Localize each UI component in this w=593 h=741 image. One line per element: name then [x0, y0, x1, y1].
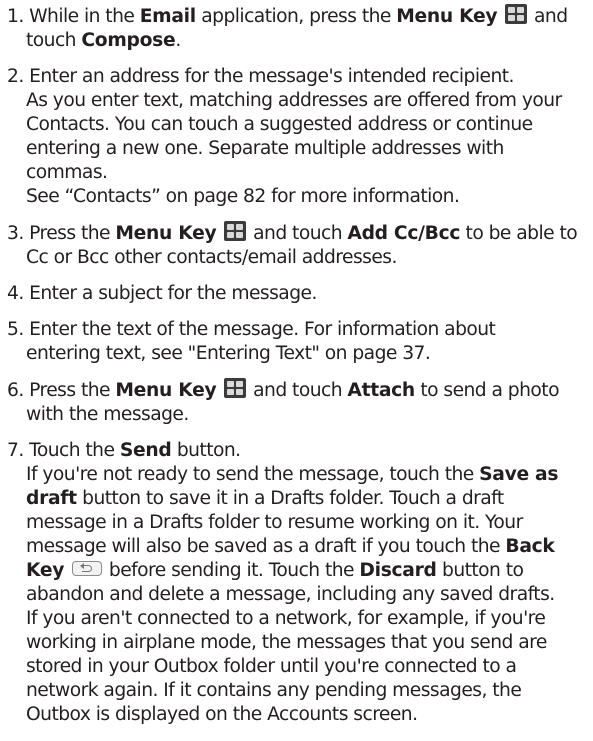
step-number: 5. [7, 319, 24, 340]
menu-key-term: Menu Key [396, 6, 498, 27]
save-as-term: Save as [479, 464, 559, 485]
step-7-line-12: Outbox is displayed on the Accounts scre… [26, 704, 418, 725]
step-7-line-3: draft button to save it in a Drafts fold… [26, 488, 504, 509]
step-7-line-5: message will also be saved as a draft if… [26, 536, 555, 557]
step-2-line-1: 2. Enter an address for the message's in… [7, 66, 514, 87]
step-1: 1. While in the Email application, press… [7, 4, 593, 53]
step-7-line-7: abandon and delete a message, including … [26, 584, 555, 605]
step-7-line-4: message in a Drafts folder to resume wor… [26, 512, 523, 533]
step-7-line-6: Key before sending it. Touch the Discard… [26, 560, 524, 581]
step-3: 3. Press the Menu Key and touch Add Cc/B… [7, 221, 593, 270]
menu-key-icon [223, 378, 246, 398]
step-7-line-1: 7. Touch the Send button. [7, 440, 241, 461]
step-7-line-11: network again. If it contains any pendin… [26, 680, 522, 701]
step-number: 1. [7, 6, 24, 27]
step-2-line-4: entering a new one. Separate multiple ad… [26, 138, 504, 159]
step-7-line-2: If you're not ready to send the message,… [26, 464, 559, 485]
menu-key-term: Menu Key [115, 380, 217, 401]
step-2-line-5: commas. [26, 162, 108, 183]
step-4-line-1: 4. Enter a subject for the message. [7, 283, 317, 304]
step-5: 5. Enter the text of the message. For in… [7, 318, 593, 366]
step-1-line-1: 1. While in the Email application, press… [7, 4, 568, 27]
draft-term: draft [26, 488, 77, 509]
attach-term: Attach [347, 380, 415, 401]
step-7: 7. Touch the Send button. If you're not … [7, 439, 593, 727]
step-3-line-2: Cc or Bcc other contacts/email addresses… [26, 247, 397, 268]
menu-key-icon [504, 4, 527, 24]
step-7-line-9: working in airplane mode, the messages t… [26, 632, 547, 653]
step-number: 4. [7, 283, 24, 304]
menu-key-term: Menu Key [115, 223, 217, 244]
send-term: Send [119, 440, 172, 461]
compose-term: Compose [81, 30, 176, 51]
discard-term: Discard [359, 560, 437, 581]
step-2-line-6: See “Contacts” on page 82 for more infor… [26, 186, 460, 207]
step-2-line-3: Contacts. You can touch a suggested addr… [26, 114, 533, 135]
step-number: 2. [7, 66, 24, 87]
step-number: 7. [7, 440, 24, 461]
step-number: 6. [7, 380, 24, 401]
step-6-line-1: 6. Press the Menu Key and touch Attach t… [7, 378, 560, 401]
back-key-icon [71, 561, 102, 576]
step-3-line-1: 3. Press the Menu Key and touch Add Cc/B… [7, 221, 578, 244]
step-6: 6. Press the Menu Key and touch Attach t… [7, 378, 593, 427]
step-7-line-10: stored in your Outbox folder until you'r… [26, 656, 517, 677]
step-7-line-8: If you aren't connected to a network, fo… [26, 608, 546, 629]
step-1-line-2: touch Compose. [26, 30, 181, 51]
step-5-line-2: entering text, see "Entering Text" on pa… [26, 343, 431, 364]
step-2: 2. Enter an address for the message's in… [7, 65, 593, 209]
step-2-line-2: As you enter text, matching addresses ar… [26, 90, 562, 111]
email-app-term: Email [139, 6, 196, 27]
manual-page: 1. While in the Email application, press… [0, 0, 593, 741]
step-5-line-1: 5. Enter the text of the message. For in… [7, 319, 496, 340]
back-term: Back [505, 536, 555, 557]
key-term: Key [26, 560, 65, 581]
menu-key-icon [223, 221, 246, 241]
add-cc-bcc-term: Add Cc/Bcc [347, 223, 461, 244]
step-6-line-2: with the message. [26, 404, 189, 425]
step-4: 4. Enter a subject for the message. [7, 282, 593, 306]
step-number: 3. [7, 223, 24, 244]
